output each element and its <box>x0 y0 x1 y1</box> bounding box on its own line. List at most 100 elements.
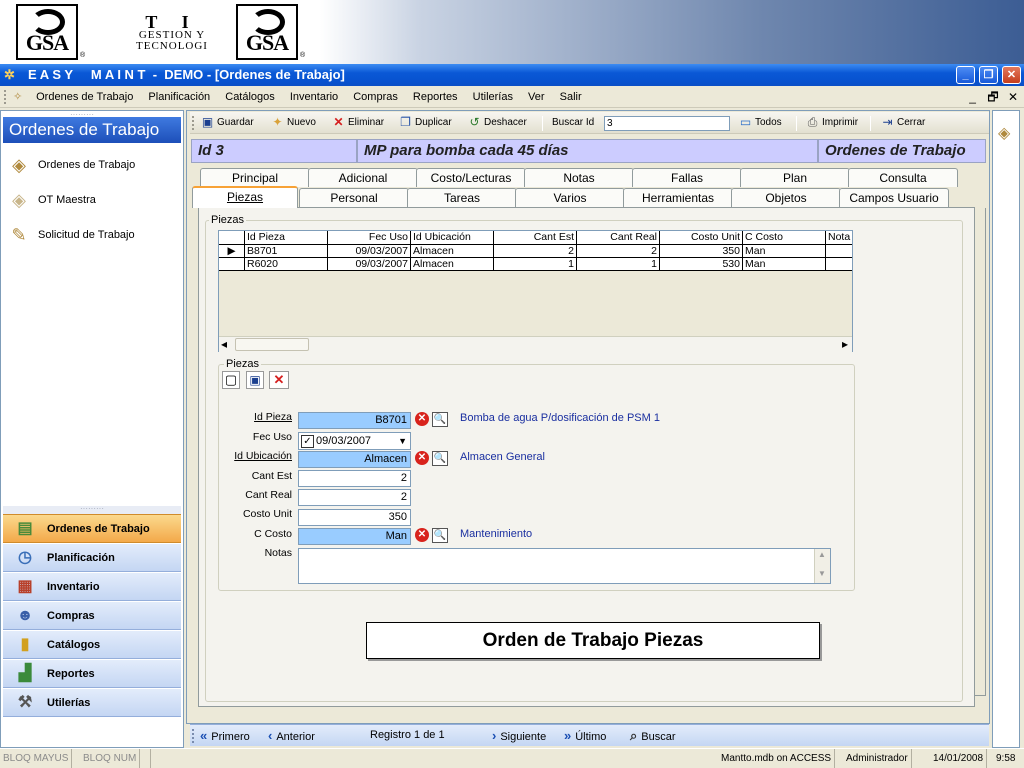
new-button[interactable]: ✦ Nuevo <box>270 112 315 134</box>
scroll-right-arrow[interactable]: ▸ <box>842 337 848 351</box>
lookup-id-ubicacion-button[interactable]: 🔍 <box>432 451 448 466</box>
table-cell[interactable]: Almacen <box>411 245 494 258</box>
restore-button[interactable]: ❐ <box>979 66 998 84</box>
find-button[interactable]: ⌕ Buscar <box>630 725 676 746</box>
tab-fallas[interactable]: Fallas <box>632 168 742 187</box>
next-record-button[interactable]: › Siguiente <box>492 725 546 746</box>
menu-salir[interactable]: Salir <box>554 86 588 108</box>
nav-button-utilerias[interactable]: ⚒ Utilerías <box>3 688 181 717</box>
fec-uso-checkbox[interactable]: ✓ <box>301 435 314 448</box>
clear-c-costo-button[interactable]: ✕ <box>415 528 429 542</box>
tab-costo-lecturas[interactable]: Costo/Lecturas <box>416 168 526 187</box>
menu-compras[interactable]: Compras <box>347 86 404 108</box>
table-cell[interactable]: 09/03/2007 <box>328 258 411 271</box>
cant-real-field[interactable]: 2 <box>298 489 411 506</box>
table-cell[interactable]: Man <box>743 258 826 271</box>
nav-button-planificacion[interactable]: ◷ Planificación <box>3 543 181 572</box>
c-costo-field[interactable]: Man <box>298 528 411 545</box>
menu-inventario[interactable]: Inventario <box>284 86 344 108</box>
table-cell[interactable]: Man <box>743 245 826 258</box>
print-button[interactable]: ⎙ Imprimir <box>805 112 858 134</box>
first-record-button[interactable]: «Primero <box>200 725 250 746</box>
col-fec-uso[interactable]: Fec Uso <box>328 231 411 245</box>
navbar-grip[interactable] <box>192 729 195 743</box>
menu-ver[interactable]: Ver <box>522 86 551 108</box>
costo-unit-field[interactable]: 350 <box>298 509 411 526</box>
save-button[interactable]: ▣ Guardar <box>200 112 254 134</box>
delete-button[interactable]: ✕ Eliminar <box>331 112 384 134</box>
menu-utilerias[interactable]: Utilerías <box>467 86 519 108</box>
nav-button-inventario[interactable]: ▦ Inventario <box>3 572 181 601</box>
last-record-button[interactable]: » Último <box>564 725 606 746</box>
nav-button-reportes[interactable]: ▟ Reportes <box>3 659 181 688</box>
table-cell[interactable]: 2 <box>577 245 660 258</box>
sidebar-link-ot-maestra[interactable]: ◈ OT Maestra <box>6 186 96 214</box>
nav-button-compras[interactable]: ☻ Compras <box>3 601 181 630</box>
toolbar-grip[interactable] <box>192 116 195 130</box>
tab-varios[interactable]: Varios <box>515 188 625 207</box>
table-cell[interactable]: 1 <box>494 258 577 271</box>
clear-id-ubicacion-button[interactable]: ✕ <box>415 451 429 465</box>
id-pieza-field[interactable]: B8701 <box>298 412 411 429</box>
tab-personal[interactable]: Personal <box>299 188 409 207</box>
nav-button-catalogos[interactable]: ▮ Catálogos <box>3 630 181 659</box>
table-cell[interactable]: 530 <box>660 258 743 271</box>
tab-piezas[interactable]: Piezas <box>192 186 298 208</box>
notas-scrollbar[interactable]: ▲ ▼ <box>814 549 830 583</box>
previous-record-button[interactable]: ‹ Anterior <box>268 725 315 746</box>
grid-horizontal-scrollbar[interactable]: ◂ ▸ <box>219 336 852 352</box>
window-title-bar[interactable]: ✲ E A S Y M A I N T - DEMO - [Ordenes de… <box>0 64 1024 86</box>
sidebar-link-solicitud[interactable]: ✎ Solicitud de Trabajo <box>6 221 134 249</box>
menu-reportes[interactable]: Reportes <box>407 86 464 108</box>
mdi-minimize-button[interactable]: _ <box>969 90 976 104</box>
table-cell[interactable]: R6020 <box>245 258 328 271</box>
tab-tareas[interactable]: Tareas <box>407 188 517 207</box>
lookup-id-pieza-button[interactable]: 🔍 <box>432 412 448 427</box>
scroll-thumb[interactable] <box>235 338 309 351</box>
col-c-costo[interactable]: C Costo <box>743 231 826 245</box>
row-selector[interactable] <box>219 258 245 271</box>
dropdown-icon[interactable]: ▼ <box>398 433 407 449</box>
notas-textarea[interactable]: ▲ ▼ <box>298 548 831 584</box>
col-cant-real[interactable]: Cant Real <box>577 231 660 245</box>
scroll-up-arrow[interactable]: ▲ <box>818 550 826 559</box>
table-cell[interactable]: Almacen <box>411 258 494 271</box>
row-selector[interactable]: ▶ <box>219 245 245 258</box>
cant-est-field[interactable]: 2 <box>298 470 411 487</box>
tab-adicional[interactable]: Adicional <box>308 168 418 187</box>
tab-plan[interactable]: Plan <box>740 168 850 187</box>
table-cell[interactable] <box>826 245 852 258</box>
table-cell[interactable]: 2 <box>494 245 577 258</box>
nav-button-ordenes[interactable]: ▤ Ordenes de Trabajo <box>3 514 181 543</box>
scroll-left-arrow[interactable]: ◂ <box>221 337 227 351</box>
detail-new-button[interactable]: ▢ <box>222 371 240 389</box>
menu-catalogos[interactable]: Catálogos <box>219 86 281 108</box>
table-cell[interactable]: B8701 <box>245 245 328 258</box>
sidebar-splitter[interactable]: ········· <box>3 505 181 514</box>
tab-herramientas[interactable]: Herramientas <box>623 188 733 207</box>
id-ubicacion-field[interactable]: Almacen <box>298 451 411 468</box>
clear-id-pieza-button[interactable]: ✕ <box>415 412 429 426</box>
table-cell[interactable] <box>826 258 852 271</box>
app-shortcut-icon[interactable]: ◈ <box>998 123 1010 143</box>
col-costo-unit[interactable]: Costo Unit <box>660 231 743 245</box>
menu-grip[interactable] <box>4 90 8 104</box>
tab-campos-usuario[interactable]: Campos Usuario <box>839 188 949 207</box>
tab-principal[interactable]: Principal <box>200 168 310 187</box>
all-button[interactable]: ▭ Todos <box>738 112 782 134</box>
tab-consulta[interactable]: Consulta <box>848 168 958 187</box>
table-cell[interactable]: 350 <box>660 245 743 258</box>
menu-planificacion[interactable]: Planificación <box>142 86 216 108</box>
scroll-down-arrow[interactable]: ▼ <box>818 569 826 578</box>
col-id-ubicacion[interactable]: Id Ubicación <box>411 231 494 245</box>
close-form-button[interactable]: ⇥ Cerrar <box>880 112 925 134</box>
table-cell[interactable]: 1 <box>577 258 660 271</box>
col-nota[interactable]: Nota <box>826 231 852 245</box>
close-button[interactable]: ✕ <box>1002 66 1021 84</box>
col-id-pieza[interactable]: Id Pieza <box>245 231 328 245</box>
minimize-button[interactable]: _ <box>956 66 975 84</box>
detail-delete-button[interactable]: ✕ <box>269 371 289 389</box>
col-cant-est[interactable]: Cant Est <box>494 231 577 245</box>
table-cell[interactable]: 09/03/2007 <box>328 245 411 258</box>
mdi-close-button[interactable]: ✕ <box>1008 90 1018 104</box>
